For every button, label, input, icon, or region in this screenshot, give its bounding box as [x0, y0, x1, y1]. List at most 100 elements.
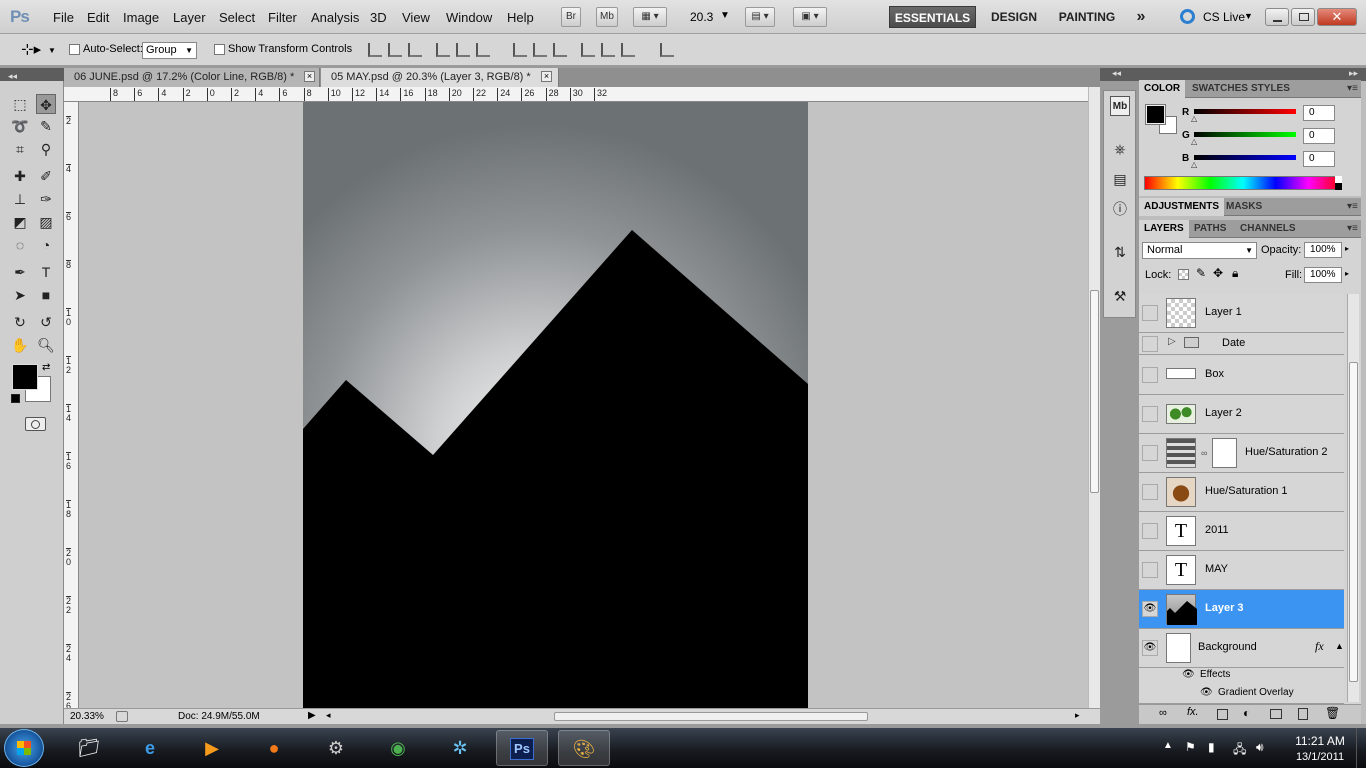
quick-mask-button[interactable] — [25, 417, 46, 431]
panel-menu-icon[interactable]: ▾≡ — [1347, 223, 1358, 234]
layer-row-layer-1[interactable]: Layer 1 — [1139, 294, 1344, 333]
workspace-painting[interactable]: PAINTING — [1052, 6, 1122, 28]
show-desktop-button[interactable] — [1356, 728, 1366, 768]
g-slider[interactable] — [1194, 132, 1296, 137]
layer-name[interactable]: Layer 2 — [1205, 407, 1242, 419]
close-icon[interactable]: × — [541, 71, 552, 82]
clone-source-icon[interactable]: ⇅ — [1110, 242, 1130, 262]
menu-edit[interactable]: Edit — [87, 10, 109, 25]
distribute-right-icon[interactable] — [621, 43, 635, 57]
layer-name[interactable]: MAY — [1205, 563, 1228, 575]
zoom-field[interactable]: 20.33% — [70, 711, 104, 722]
app-icon[interactable]: ✲ — [434, 730, 486, 766]
move-tool-icon[interactable]: ⊹▸ — [21, 40, 41, 58]
menu-file[interactable]: File — [53, 10, 74, 25]
status-menu-icon[interactable]: ▶ — [308, 710, 316, 721]
black-swatch[interactable] — [1335, 183, 1342, 190]
eye-icon[interactable]: 👁︎ — [1200, 687, 1213, 698]
toolbox-header[interactable]: ◂◂ — [0, 68, 64, 81]
hand-tool-icon[interactable]: ✋ — [10, 335, 30, 355]
chevron-down-icon[interactable]: ▼ — [720, 10, 730, 21]
start-button[interactable] — [4, 729, 44, 767]
tab-06-june[interactable]: 06 JUNE.psd @ 17.2% (Color Line, RGB/8) … — [64, 68, 320, 87]
workspace-essentials[interactable]: ESSENTIALS — [889, 6, 976, 28]
expand-triangle-icon[interactable]: ▷ — [1168, 336, 1176, 347]
visibility-toggle[interactable] — [1142, 336, 1158, 352]
clone-stamp-tool-icon[interactable]: ⊥ — [10, 189, 30, 209]
align-left-icon[interactable] — [436, 43, 450, 57]
layers-scrollbar[interactable] — [1347, 294, 1359, 702]
info-icon[interactable]: ⓘ — [1110, 199, 1130, 219]
menu-window[interactable]: Window — [446, 10, 492, 25]
visibility-toggle[interactable] — [1142, 305, 1158, 321]
navigator-icon[interactable]: ⎈ — [1110, 139, 1130, 159]
eraser-tool-icon[interactable]: ◩ — [10, 212, 30, 232]
explorer-icon[interactable]: 📁︎ — [63, 730, 115, 766]
layer-row-background[interactable]: 👁︎ Background fx ▲ — [1139, 629, 1344, 668]
tab-05-may[interactable]: 05 MAY.psd @ 20.3% (Layer 3, RGB/8) * — [321, 68, 559, 87]
tab-masks[interactable]: MASKS — [1221, 198, 1267, 216]
b-slider[interactable] — [1194, 155, 1296, 160]
layer-name[interactable]: 2011 — [1205, 524, 1229, 536]
add-mask-icon[interactable] — [1217, 709, 1228, 720]
layer-name[interactable]: Layer 1 — [1205, 306, 1242, 318]
slider-arrow-icon[interactable]: ▸ — [1345, 244, 1349, 253]
arrange-button[interactable]: ▤ ▾ — [745, 7, 775, 27]
tab-color[interactable]: COLOR — [1139, 80, 1186, 98]
menu-help[interactable]: Help — [507, 10, 534, 25]
layer-name[interactable]: Date — [1222, 337, 1245, 349]
collapse-triangle-icon[interactable]: ▲ — [1335, 641, 1344, 651]
lock-position-icon[interactable]: ✥ — [1213, 266, 1223, 280]
layer-name[interactable]: Hue/Saturation 1 — [1205, 485, 1288, 497]
history-brush-tool-icon[interactable]: ✑ — [36, 189, 56, 209]
ie-icon[interactable]: e — [124, 730, 176, 766]
eye-icon[interactable]: 👁︎ — [1142, 601, 1158, 617]
firefox-icon[interactable]: ● — [248, 730, 300, 766]
layer-row-hue-saturation-2[interactable]: ∞ Hue/Saturation 2 — [1139, 434, 1344, 473]
scroll-right-icon[interactable]: ▸ — [1075, 710, 1080, 721]
document-canvas[interactable] — [303, 102, 808, 708]
dodge-tool-icon[interactable]: ◔ — [36, 235, 56, 255]
color-ramp[interactable] — [1144, 176, 1342, 190]
visibility-toggle[interactable] — [1142, 523, 1158, 539]
distribute-vcenter-icon[interactable] — [533, 43, 547, 57]
transform-controls-checkbox[interactable] — [214, 44, 225, 55]
menu-view[interactable]: View — [402, 10, 430, 25]
collapse-icon[interactable]: ◂◂ — [1100, 68, 1139, 81]
slider-handle-icon[interactable]: △ — [1191, 137, 1197, 146]
align-bottom-icon[interactable] — [408, 43, 422, 57]
network-icon[interactable]: 🖧︎ — [1233, 740, 1246, 761]
lock-transparency-icon[interactable] — [1178, 269, 1189, 280]
align-vcenter-icon[interactable] — [388, 43, 402, 57]
tab-styles[interactable]: STYLES — [1246, 80, 1295, 98]
align-hcenter-icon[interactable] — [456, 43, 470, 57]
fill-field[interactable]: 100% — [1304, 267, 1342, 283]
visibility-toggle[interactable] — [1142, 406, 1158, 422]
lasso-tool-icon[interactable]: ➰ — [10, 116, 30, 136]
default-colors-icon[interactable] — [11, 394, 20, 403]
minimize-button[interactable] — [1265, 8, 1289, 26]
blend-mode-dropdown[interactable]: Normal ▼ — [1142, 242, 1257, 259]
visibility-toggle[interactable] — [1142, 445, 1158, 461]
chevron-down-icon[interactable]: ▼ — [48, 46, 56, 55]
mini-bridge-icon[interactable]: Mb — [1110, 96, 1130, 116]
clock-time[interactable]: 11:21 AM — [1290, 734, 1350, 748]
new-layer-icon[interactable] — [1298, 708, 1308, 720]
type-tool-icon[interactable]: T — [36, 262, 56, 282]
close-icon[interactable]: × — [304, 71, 315, 82]
tab-adjustments[interactable]: ADJUSTMENTS — [1139, 198, 1225, 216]
quick-select-tool-icon[interactable]: ✎ — [36, 116, 56, 136]
adjustment-layer-icon[interactable]: ◐ — [1243, 706, 1250, 720]
close-button[interactable]: ✕ — [1317, 8, 1357, 26]
vertical-ruler[interactable]: 24681 01 21 41 61 82 02 22 42 6 — [64, 102, 79, 711]
cs-live-icon[interactable] — [1180, 9, 1195, 24]
workspace-design[interactable]: DESIGN — [985, 6, 1043, 28]
layer-row-may[interactable]: T MAY — [1139, 551, 1344, 590]
slider-arrow-icon[interactable]: ▸ — [1345, 269, 1349, 278]
maximize-button[interactable] — [1291, 8, 1315, 26]
eye-icon[interactable]: 👁︎ — [1182, 669, 1195, 680]
move-tool-icon[interactable]: ✥ — [36, 94, 56, 114]
vertical-scrollbar[interactable] — [1088, 87, 1100, 708]
effects-row[interactable]: 👁︎ Effects — [1139, 668, 1344, 686]
tab-layers[interactable]: LAYERS — [1139, 220, 1189, 238]
